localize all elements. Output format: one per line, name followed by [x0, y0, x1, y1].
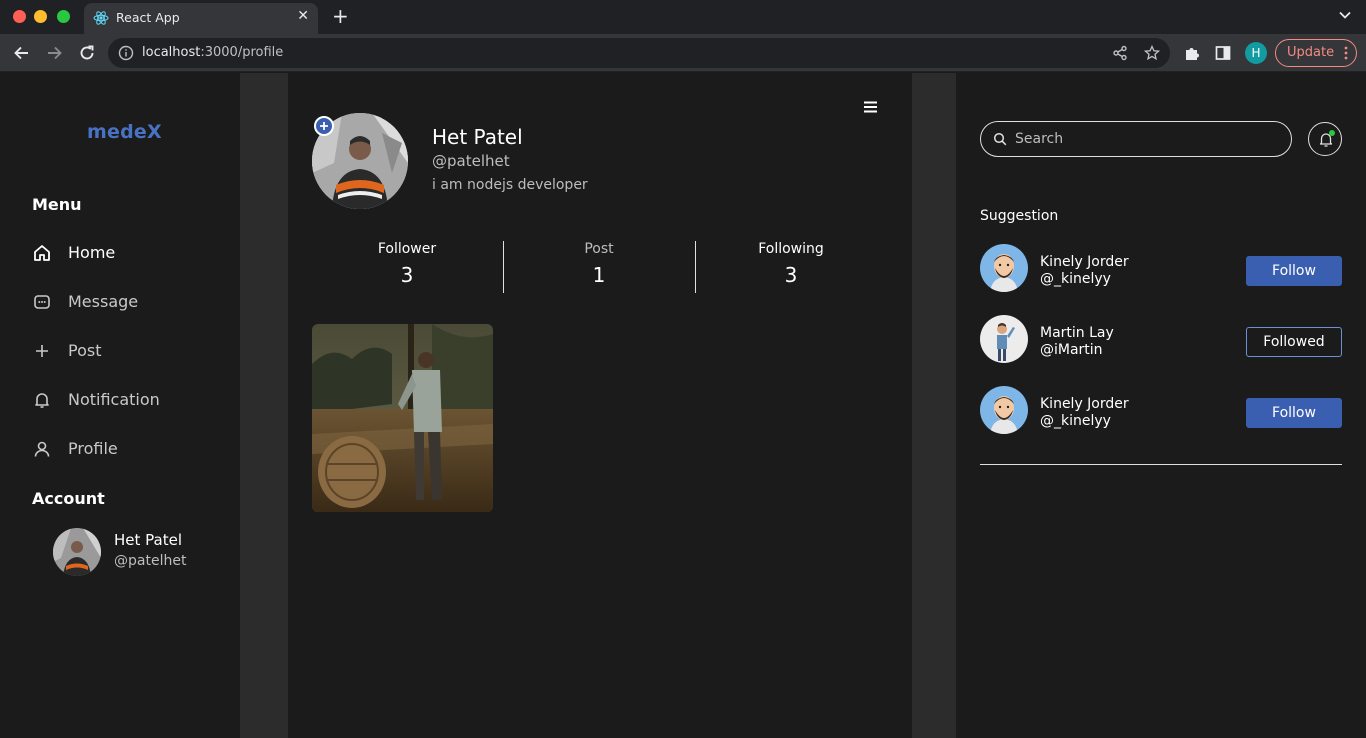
suggestion-item: Martin Lay @iMartin Followed — [980, 315, 1342, 363]
sidebar-item-message[interactable]: Message — [32, 289, 222, 315]
more-vert-icon — [1344, 46, 1348, 60]
account-avatar[interactable] — [53, 528, 101, 576]
sidebar-item-home[interactable]: Home — [32, 240, 222, 266]
avatar-photo — [53, 528, 101, 576]
stat-label: Post — [584, 241, 614, 257]
notification-indicator — [1329, 130, 1335, 136]
url-host: localhost — [142, 45, 201, 60]
browser-profile-avatar[interactable]: H — [1245, 42, 1267, 64]
avatar-illustration — [980, 386, 1028, 434]
home-icon — [34, 245, 50, 261]
back-arrow-icon[interactable] — [12, 43, 32, 63]
browser-tab-bar: React App ✕ + — [0, 0, 1366, 34]
profile-main: Het Patel @patelhet i am nodejs develope… — [288, 73, 912, 738]
sidebar-item-label: Post — [68, 341, 102, 360]
stat-label: Following — [758, 241, 824, 257]
divider — [980, 464, 1342, 465]
add-story-button[interactable] — [314, 116, 334, 136]
profile-handle: @patelhet — [432, 152, 510, 170]
suggestion-handle: @_kinelyy — [1040, 413, 1111, 429]
suggestion-name: Kinely Jorder — [1040, 396, 1129, 412]
notifications-button[interactable] — [1308, 122, 1342, 156]
stat-value: 1 — [592, 263, 606, 287]
suggestion-handle: @iMartin — [1040, 342, 1103, 358]
following-stat[interactable]: Following 3 — [696, 241, 886, 287]
window-minimize-button[interactable] — [34, 10, 47, 23]
message-icon — [34, 295, 50, 309]
share-icon[interactable] — [1112, 45, 1128, 61]
side-panel-icon[interactable] — [1214, 44, 1232, 62]
browser-toolbar: localhost:3000/profile H Update — [0, 34, 1366, 72]
sidebar-item-label: Message — [68, 292, 139, 311]
app-logo[interactable]: medeX — [87, 121, 162, 143]
suggestion-heading: Suggestion — [980, 208, 1059, 224]
account-handle: @patelhet — [114, 553, 187, 569]
search-box — [980, 121, 1292, 157]
user-icon — [34, 441, 50, 457]
plus-icon — [36, 345, 48, 357]
react-icon — [93, 11, 109, 25]
window-close-button[interactable] — [13, 10, 26, 23]
app-root: medeX Menu Home Message Post Notificatio… — [0, 73, 1366, 738]
window-zoom-button[interactable] — [57, 10, 70, 23]
sidebar-item-label: Profile — [68, 439, 118, 458]
followed-button[interactable]: Followed — [1246, 327, 1342, 357]
suggestion-handle: @_kinelyy — [1040, 271, 1111, 287]
avatar-illustration — [980, 315, 1028, 363]
forward-arrow-icon[interactable] — [44, 43, 64, 63]
sidebar-item-label: Home — [68, 243, 116, 262]
left-gutter — [240, 73, 288, 738]
extensions-puzzle-icon[interactable] — [1183, 44, 1201, 62]
new-tab-icon[interactable]: + — [332, 4, 349, 28]
menu-heading: Menu — [32, 195, 82, 214]
plus-icon — [320, 122, 328, 130]
site-info-icon[interactable] — [118, 45, 134, 61]
suggestion-avatar[interactable] — [980, 315, 1028, 363]
hamburger-menu-icon[interactable] — [863, 100, 879, 114]
address-bar[interactable]: localhost:3000/profile — [108, 38, 1170, 68]
bell-icon — [35, 393, 49, 408]
url-path: :3000/profile — [200, 45, 284, 60]
profile-bio: i am nodejs developer — [432, 177, 588, 193]
profile-name: Het Patel — [432, 125, 523, 149]
account-heading: Account — [32, 489, 105, 508]
suggestion-item: Kinely Jorder @_kinelyy Follow — [980, 244, 1342, 292]
post-stat[interactable]: Post 1 — [504, 241, 694, 287]
chevron-down-icon[interactable] — [1338, 8, 1352, 22]
sidebar-item-post[interactable]: Post — [32, 338, 222, 364]
sidebar-item-label: Notification — [68, 390, 160, 409]
post-thumbnail[interactable] — [312, 324, 493, 512]
suggestion-name: Martin Lay — [1040, 325, 1114, 341]
tab-title: React App — [116, 10, 180, 25]
post-photo — [312, 324, 493, 512]
update-label: Update — [1287, 45, 1335, 60]
account-name: Het Patel — [114, 531, 182, 549]
url-text: localhost:3000/profile — [142, 45, 283, 60]
follower-stat[interactable]: Follower 3 — [312, 241, 502, 287]
suggestion-item: Kinely Jorder @_kinelyy Follow — [980, 386, 1342, 434]
search-input[interactable] — [1015, 129, 1275, 149]
update-button[interactable]: Update — [1275, 39, 1357, 67]
suggestion-avatar[interactable] — [980, 244, 1028, 292]
browser-tab[interactable]: React App ✕ — [84, 3, 318, 34]
reload-icon[interactable] — [77, 43, 97, 63]
stat-value: 3 — [400, 263, 414, 287]
stat-label: Follower — [377, 241, 437, 257]
right-gutter — [912, 73, 956, 738]
sidebar-item-profile[interactable]: Profile — [32, 436, 222, 462]
suggestion-name: Kinely Jorder — [1040, 254, 1129, 270]
follow-button[interactable]: Follow — [1246, 256, 1342, 286]
tab-close-icon[interactable]: ✕ — [297, 8, 309, 24]
suggestion-avatar[interactable] — [980, 386, 1028, 434]
stat-value: 3 — [784, 263, 798, 287]
avatar-illustration — [980, 244, 1028, 292]
sidebar: medeX Menu Home Message Post Notificatio… — [0, 73, 240, 738]
follow-button[interactable]: Follow — [1246, 398, 1342, 428]
sidebar-item-notification[interactable]: Notification — [32, 387, 222, 413]
search-icon — [993, 132, 1007, 146]
right-pane: Suggestion Kinely Jorder @_kinelyy Follo… — [956, 73, 1366, 738]
bookmark-star-icon[interactable] — [1144, 45, 1160, 61]
